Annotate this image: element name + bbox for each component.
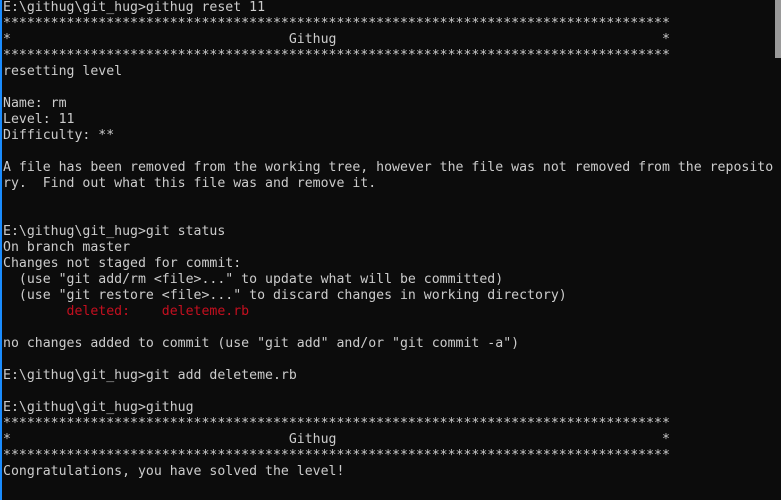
- console-line: E:\githug\git_hug>githug: [3, 400, 773, 416]
- console-output-buffer[interactable]: E:\githug\git_hug>githug reset 11 *******…: [3, 0, 773, 496]
- console-text-run: * Githug *: [3, 32, 670, 47]
- console-line: ry. Find out what this file was and remo…: [3, 176, 773, 192]
- console-text-run: E:\githug\git_hug>githug: [3, 400, 194, 415]
- console-text-run: resetting level: [3, 64, 123, 79]
- console-text-run: ****************************************…: [3, 48, 670, 63]
- console-line: E:\githug\git_hug>githug reset 11: [3, 0, 773, 16]
- console-text-run: (use "git restore <file>..." to discard …: [3, 288, 567, 303]
- console-line: E:\githug\git_hug>git status: [3, 224, 773, 240]
- console-text-run: ****************************************…: [3, 16, 670, 31]
- console-text-run: (use "git add/rm <file>..." to update wh…: [3, 272, 504, 287]
- console-text-run: * Githug *: [3, 432, 670, 447]
- window-left-accent-border: [0, 0, 2, 500]
- console-text-run: ****************************************…: [3, 416, 670, 431]
- console-line: Changes not staged for commit:: [3, 256, 773, 272]
- console-text-run: E:\githug\git_hug>git add deleteme.rb: [3, 368, 297, 383]
- console-line: Level: 11: [3, 112, 773, 128]
- console-text-run: E:\githug\git_hug>git status: [3, 224, 226, 239]
- console-line: * Githug *: [3, 32, 773, 48]
- console-line: resetting level: [3, 64, 773, 80]
- console-line: Congratulations, you have solved the lev…: [3, 464, 773, 480]
- console-text-run: no changes added to commit (use "git add…: [3, 336, 520, 351]
- console-text-run: Name: rm: [3, 96, 67, 111]
- vertical-scrollbar-thumb[interactable]: [775, 0, 781, 58]
- console-line: ****************************************…: [3, 16, 773, 32]
- console-line: no changes added to commit (use "git add…: [3, 336, 773, 352]
- console-line: A file has been removed from the working…: [3, 160, 773, 176]
- console-text-run: deleted: deleteme.rb: [3, 304, 250, 319]
- console-text-run: Congratulations, you have solved the lev…: [3, 464, 345, 479]
- console-line: Difficulty: **: [3, 128, 773, 144]
- console-text-run: ry. Find out what this file was and remo…: [3, 176, 377, 191]
- console-text-run: Changes not staged for commit:: [3, 256, 242, 271]
- vertical-scrollbar-track[interactable]: [775, 0, 781, 500]
- console-line: ****************************************…: [3, 448, 773, 464]
- console-text-run: A file has been removed from the working…: [3, 160, 774, 175]
- console-text-run: Difficulty: **: [3, 128, 115, 143]
- console-line: deleted: deleteme.rb: [3, 304, 773, 320]
- console-text-run: On branch master: [3, 240, 131, 255]
- console-line: ****************************************…: [3, 48, 773, 64]
- console-line: (use "git restore <file>..." to discard …: [3, 288, 773, 304]
- console-line: Name: rm: [3, 96, 773, 112]
- console-line: ****************************************…: [3, 416, 773, 432]
- console-text-run: Level: 11: [3, 112, 75, 127]
- console-line: (use "git add/rm <file>..." to update wh…: [3, 272, 773, 288]
- console-line: * Githug *: [3, 432, 773, 448]
- console-line: E:\githug\git_hug>git add deleteme.rb: [3, 368, 773, 384]
- console-text-run: E:\githug\git_hug>githug reset 11: [3, 0, 266, 15]
- terminal-window[interactable]: E:\githug\git_hug>githug reset 11 *******…: [0, 0, 781, 500]
- console-text-run: ****************************************…: [3, 448, 670, 463]
- console-line: On branch master: [3, 240, 773, 256]
